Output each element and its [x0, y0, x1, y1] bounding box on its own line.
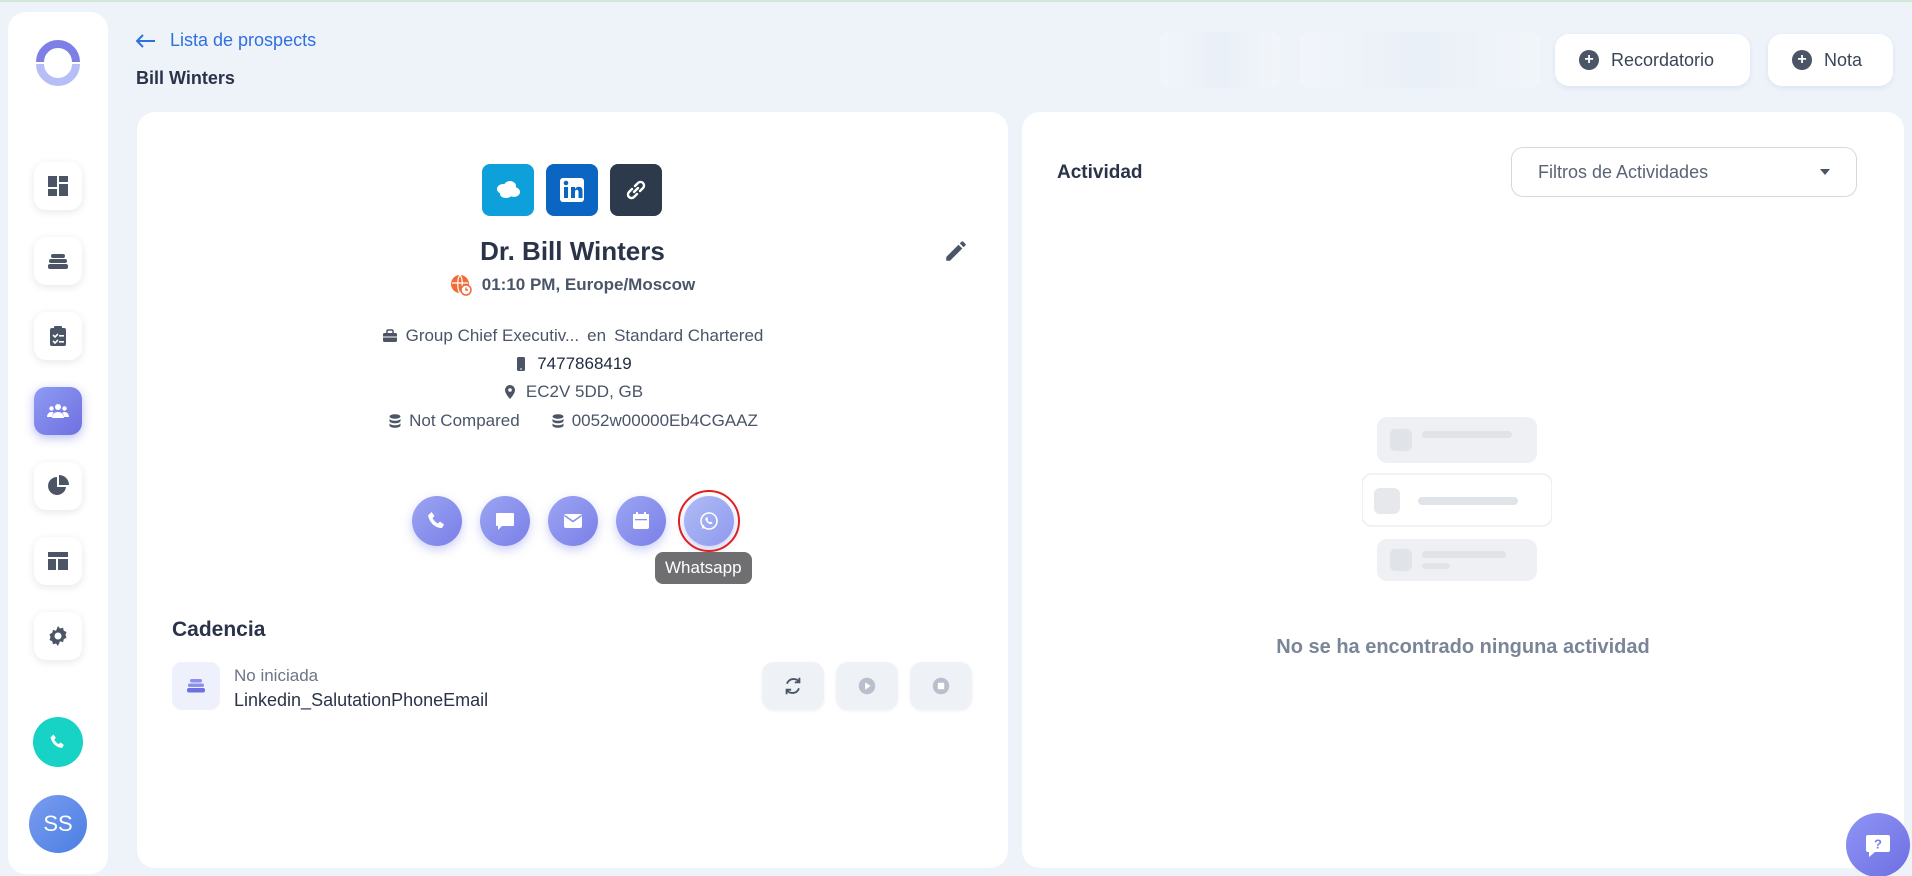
- database-icon: [389, 414, 401, 428]
- plus-circle-icon: +: [1792, 50, 1812, 70]
- user-avatar[interactable]: SS: [29, 795, 87, 853]
- blurred-placeholder: [1300, 32, 1540, 88]
- linkedin-button[interactable]: [546, 164, 598, 216]
- local-time: 01:10 PM, Europe/Moscow: [481, 275, 696, 294]
- meeting-action-button[interactable]: [616, 496, 666, 546]
- phone-icon: [428, 512, 444, 528]
- link-icon: [626, 180, 646, 200]
- empty-state-illustration: [1362, 417, 1552, 581]
- salesforce-button[interactable]: [482, 164, 534, 216]
- activity-card: Actividad Filtros de Actividades No se h…: [1022, 112, 1904, 868]
- nav-tasks[interactable]: [34, 312, 82, 360]
- whatsapp-icon: [700, 512, 718, 530]
- help-chat-icon: ?: [1866, 835, 1890, 857]
- back-link[interactable]: Lista de prospects: [136, 30, 316, 51]
- refresh-icon: [785, 677, 801, 695]
- company-name: Standard Chartered: [614, 326, 764, 345]
- nav-prospects[interactable]: [34, 387, 82, 435]
- app-logo[interactable]: [34, 38, 82, 86]
- cadence-start-button[interactable]: [836, 662, 898, 710]
- nav-dashboard[interactable]: [34, 162, 82, 210]
- nav-settings[interactable]: [34, 612, 82, 660]
- stop-circle-icon: [932, 677, 950, 695]
- call-action-button[interactable]: [412, 496, 462, 546]
- edit-icon[interactable]: [943, 238, 969, 264]
- social-links: [482, 164, 662, 216]
- phone-row: 7477868419: [137, 354, 1008, 374]
- layers-icon: [48, 254, 68, 269]
- activity-filter-placeholder: Filtros de Actividades: [1538, 161, 1709, 182]
- briefcase-icon: [382, 329, 397, 342]
- arrow-left-icon: [136, 33, 155, 48]
- phone-number[interactable]: 7477868419: [537, 354, 632, 374]
- cadence-icon-tile: [172, 662, 220, 710]
- call-button[interactable]: [33, 717, 83, 767]
- compare-status: Not Compared: [409, 411, 520, 430]
- company-connector: en: [587, 326, 607, 345]
- mobile-icon: [517, 357, 526, 371]
- cadence-status: No iniciada: [234, 666, 319, 685]
- activity-filter-select[interactable]: Filtros de Actividades: [1511, 147, 1857, 197]
- layout-icon: [48, 552, 68, 570]
- activity-title: Actividad: [1057, 162, 1143, 183]
- local-time-row: 01:10 PM, Europe/Moscow: [137, 274, 1008, 296]
- layers-icon: [187, 679, 205, 693]
- nav-templates[interactable]: [34, 537, 82, 585]
- pie-chart-icon: [48, 475, 69, 495]
- reminder-button-label: Recordatorio: [1611, 49, 1715, 70]
- location-pin-icon: [504, 385, 515, 399]
- note-button-label: Nota: [1824, 49, 1863, 70]
- nav-cadences[interactable]: [34, 237, 82, 285]
- nav-reports[interactable]: [34, 462, 82, 510]
- globe-clock-icon: [450, 274, 472, 296]
- contact-actions: [412, 490, 740, 552]
- reminder-button[interactable]: + Recordatorio: [1555, 34, 1750, 86]
- salesforce-icon: [497, 181, 520, 198]
- svg-text:?: ?: [1874, 837, 1882, 852]
- location-row: EC2V 5DD, GB: [137, 382, 1008, 402]
- calendar-icon: [633, 512, 649, 529]
- plus-circle-icon: +: [1579, 50, 1599, 70]
- cadence-restart-button[interactable]: [762, 662, 824, 710]
- cadence-name[interactable]: Linkedin_SalutationPhoneEmail: [234, 690, 488, 711]
- crm-id: 0052w00000Eb4CGAAZ: [571, 411, 758, 430]
- job-row: Group Chief Executiv... en Standard Char…: [137, 326, 1008, 346]
- play-circle-icon: [858, 677, 876, 695]
- empty-activity-message: No se ha encontrado ninguna actividad: [1276, 636, 1650, 658]
- sidebar: SS: [8, 12, 108, 874]
- prospect-card: Dr. Bill Winters 01:10 PM, Europe/Moscow…: [137, 112, 1008, 868]
- whatsapp-action-button[interactable]: [678, 490, 740, 552]
- chat-bubble-icon: [496, 513, 514, 530]
- location: EC2V 5DD, GB: [525, 382, 644, 401]
- cadence-title: Cadencia: [172, 618, 266, 641]
- whatsapp-tooltip: Whatsapp: [655, 552, 752, 584]
- gear-icon: [49, 626, 67, 646]
- linkedin-icon: [560, 178, 584, 202]
- clipboard-icon: [50, 326, 66, 346]
- back-link-label[interactable]: Lista de prospects: [170, 30, 316, 51]
- prospect-name: Dr. Bill Winters: [480, 236, 665, 266]
- cadence-stop-button[interactable]: [910, 662, 972, 710]
- job-title: Group Chief Executiv...: [405, 326, 580, 345]
- help-button[interactable]: ?: [1846, 813, 1910, 876]
- database-icon: [552, 414, 564, 428]
- people-icon: [47, 404, 69, 418]
- email-action-button[interactable]: [548, 496, 598, 546]
- link-button[interactable]: [610, 164, 662, 216]
- phone-icon: [50, 734, 64, 748]
- caret-down-icon: [1820, 169, 1830, 175]
- crm-row: Not Compared 0052w00000Eb4CGAAZ: [137, 411, 1008, 431]
- message-action-button[interactable]: [480, 496, 530, 546]
- page-title: Bill Winters: [136, 68, 235, 88]
- dashboard-icon: [48, 176, 68, 196]
- envelope-icon: [564, 514, 582, 528]
- blurred-placeholder: [1160, 32, 1280, 88]
- note-button[interactable]: + Nota: [1768, 34, 1893, 86]
